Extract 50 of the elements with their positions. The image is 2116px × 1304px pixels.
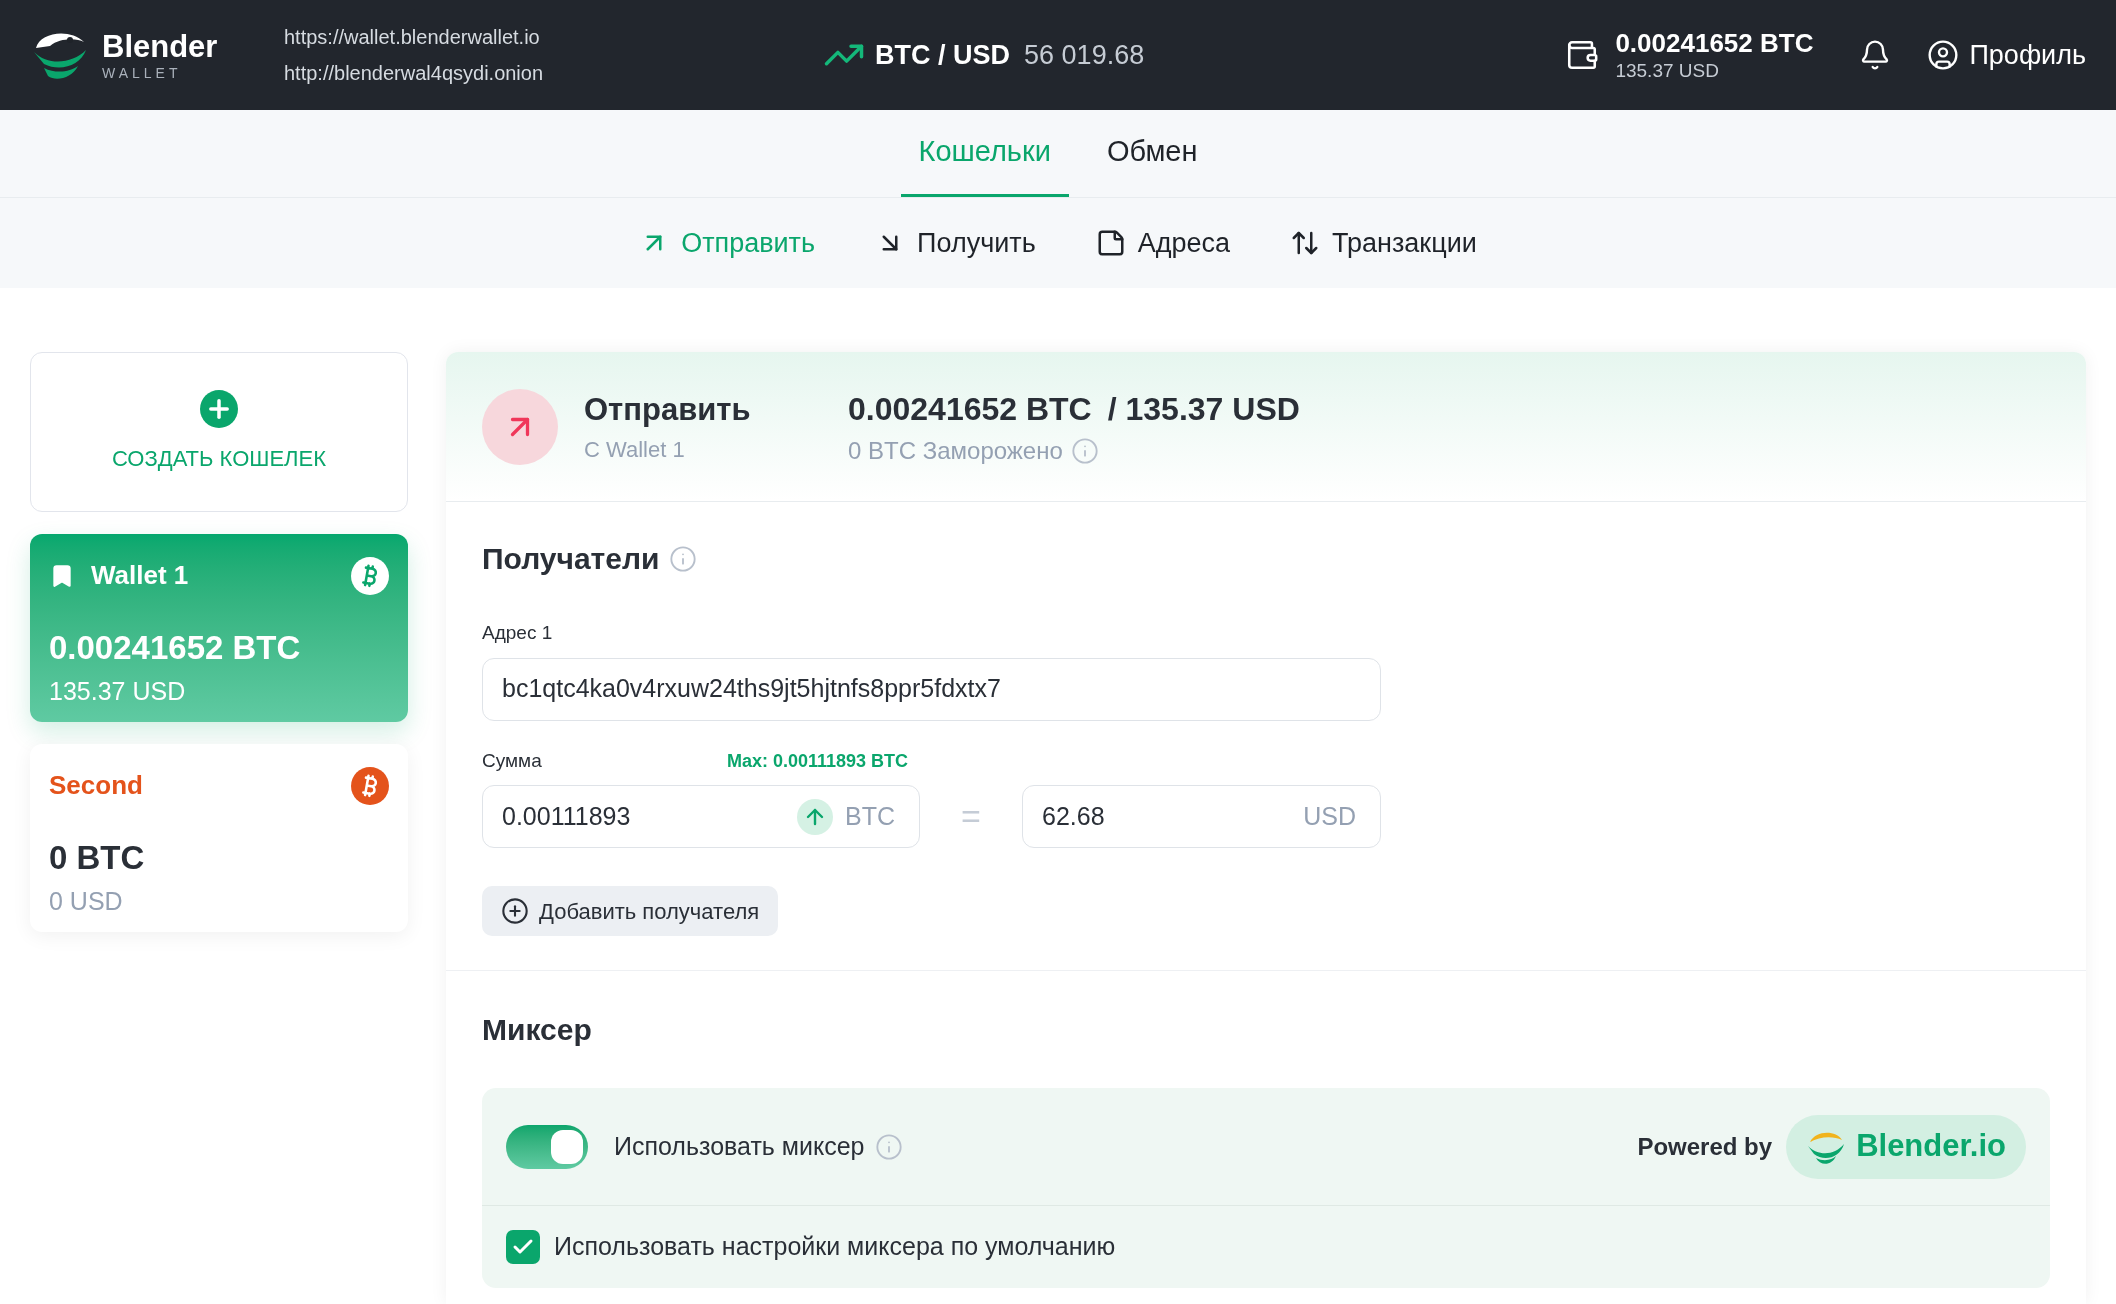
btc-amount-field[interactable]: 0.00111893 BTC — [482, 785, 920, 848]
wallet-usd-balance: 135.37 USD — [49, 675, 187, 707]
subnav-link[interactable]: Транзакции — [1290, 222, 1477, 264]
checkbox-label: Использовать настройки миксера по умолчанию — [554, 1231, 1116, 1263]
field-label: Адрес 1 — [482, 621, 554, 645]
site-url[interactable]: https://wallet.blenderwallet.io — [284, 22, 544, 52]
equals-sign: = — [960, 796, 982, 837]
section-title: Миксер — [482, 1012, 593, 1048]
header-balance-btc: 0.00241652 BTC — [1615, 26, 1814, 60]
wallet-icon — [1565, 38, 1600, 72]
section-title: Получатели — [482, 541, 660, 577]
send-balance-btc: 0.00241652 BTC — [848, 389, 1092, 429]
header-balance-usd: 135.37 USD — [1615, 59, 1720, 84]
arrow-up-icon[interactable] — [797, 798, 833, 835]
wallet-btc-balance: 0 BTC — [49, 838, 146, 878]
toggle-label: Использовать миксер — [614, 1130, 865, 1162]
wallet-btc-balance: 0.00241652 BTC — [49, 628, 302, 668]
ticker-pair: BTC / USD — [875, 38, 1011, 72]
currency-unit: BTC — [845, 800, 895, 832]
brand-name: Blender.io — [1856, 1127, 2006, 1166]
plus-circle-icon — [501, 897, 529, 925]
logo-name: Blender — [102, 30, 218, 62]
subnav-link[interactable]: Получить — [875, 222, 1036, 264]
info-icon[interactable] — [874, 1132, 903, 1161]
checkbox[interactable] — [506, 1230, 540, 1264]
user-icon — [1927, 39, 1960, 71]
profile-button[interactable]: Профиль — [1927, 34, 2086, 76]
wallet-name: Wallet 1 — [91, 559, 189, 592]
powered-by-label: Powered by — [1637, 1131, 1773, 1162]
address-field[interactable]: bc1qtc4ka0v4rxuw24ths9jt5hjtnfs8ppr5fdxtx7 — [482, 657, 1381, 721]
plus-icon — [200, 389, 238, 428]
ticker-price: 56 019.68 — [1024, 38, 1145, 72]
add-recipient-button[interactable]: Добавить получателя — [482, 886, 779, 936]
field-label: Сумма — [482, 748, 543, 773]
wallet-name: Second — [49, 769, 143, 802]
site-url[interactable]: http://blenderwal4qsydi.onion — [284, 58, 544, 88]
send-source: С Wallet 1 — [584, 436, 686, 465]
wallet-card[interactable]: Second 0 BTC 0 USD — [30, 744, 408, 932]
send-title: Отправить — [584, 390, 752, 429]
info-icon[interactable] — [1070, 436, 1099, 465]
toggle-switch[interactable] — [506, 1124, 588, 1169]
nav-tab[interactable]: Обмен — [1088, 109, 1216, 197]
logo-subtitle: WALLET — [102, 65, 183, 80]
info-icon[interactable] — [669, 544, 698, 573]
currency-unit: USD — [1303, 800, 1356, 832]
subnav-link[interactable]: Адреса — [1095, 222, 1231, 264]
send-balance-usd: / 135.37 USD — [1107, 389, 1300, 429]
usd-amount-field[interactable]: 62.68 USD — [1022, 785, 1381, 848]
wallet-usd-balance: 0 USD — [49, 885, 124, 917]
frozen-balance: 0 BTC Заморожено — [848, 435, 1063, 466]
